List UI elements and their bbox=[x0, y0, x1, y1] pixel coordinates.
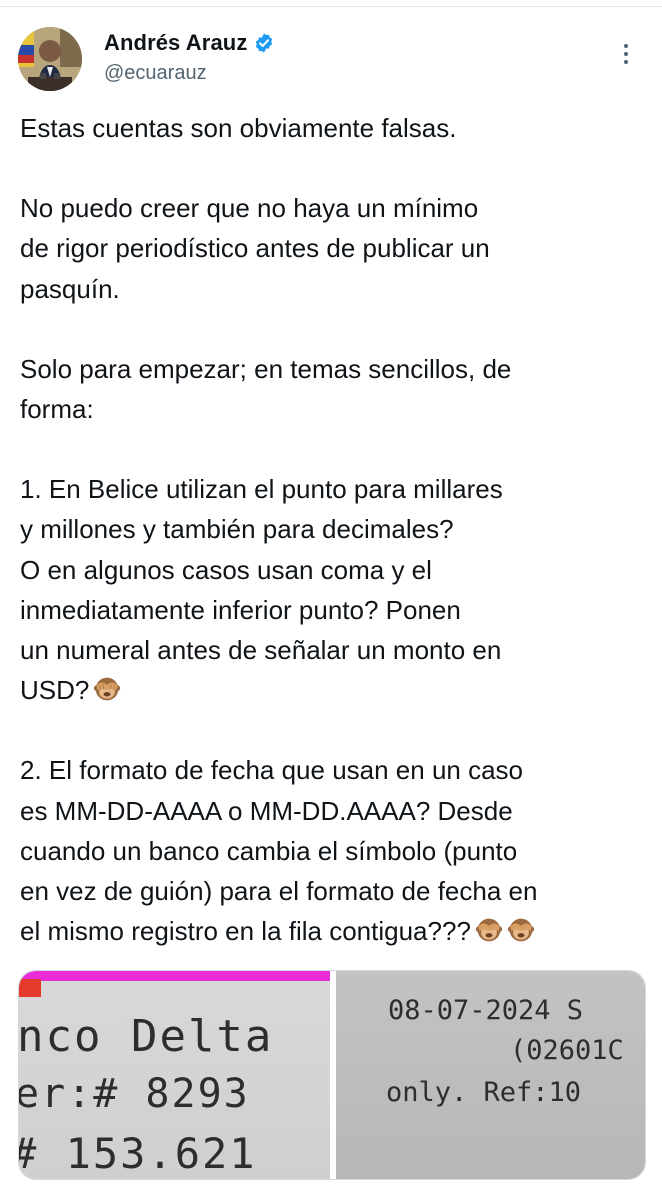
author-names: Andrés Arauz @ecuarauz bbox=[104, 30, 275, 85]
tweet-text: Estas cuentas son obviamente falsas. No … bbox=[20, 108, 646, 951]
tweet-paragraph-4-text: 1. En Belice utilizan el punto para mill… bbox=[20, 474, 503, 706]
display-name[interactable]: Andrés Arauz bbox=[104, 30, 247, 56]
see-no-evil-monkey-icon bbox=[475, 918, 503, 942]
tweet-paragraph-3: Solo para empezar; en temas sencillos, d… bbox=[20, 353, 512, 425]
handle[interactable]: @ecuarauz bbox=[104, 62, 275, 85]
avatar-image bbox=[18, 27, 82, 91]
receipt-text: nco Delta bbox=[19, 1011, 274, 1062]
tweet-paragraph-1: Estas cuentas son obviamente falsas. bbox=[20, 113, 457, 143]
tweet-media[interactable]: nco Delta er:# 8293 # 153.621 08-07-2024… bbox=[18, 970, 646, 1180]
top-divider bbox=[0, 6, 662, 7]
tweet-paragraph-4: 1. En Belice utilizan el punto para mill… bbox=[20, 469, 646, 710]
see-no-evil-monkey-icon bbox=[94, 677, 121, 701]
red-mark bbox=[19, 979, 41, 997]
magenta-strip bbox=[19, 971, 330, 981]
see-no-evil-monkey-icon bbox=[507, 918, 535, 942]
tweet-paragraph-5: 2. El formato de fecha que usan en un ca… bbox=[20, 750, 646, 951]
media-image-left[interactable]: nco Delta er:# 8293 # 153.621 bbox=[19, 971, 330, 1179]
tweet-paragraph-5-text: 2. El formato de fecha que usan en un ca… bbox=[20, 755, 538, 947]
receipt-text: er:# 8293 bbox=[19, 1071, 250, 1117]
media-image-right[interactable]: 08-07-2024 S (02601C only. Ref:10 bbox=[336, 971, 645, 1179]
tweet-header: Andrés Arauz @ecuarauz bbox=[18, 24, 644, 94]
name-row: Andrés Arauz bbox=[104, 30, 275, 56]
avatar[interactable] bbox=[18, 27, 82, 91]
receipt-text: 08-07-2024 S bbox=[388, 995, 584, 1026]
tweet-paragraph-2: No puedo creer que no haya un mínimo de … bbox=[20, 193, 490, 304]
receipt-text: (02601C bbox=[510, 1035, 624, 1066]
verified-badge-icon[interactable] bbox=[253, 32, 275, 54]
receipt-text: only. Ref:10 bbox=[386, 1077, 582, 1108]
more-options-icon[interactable] bbox=[616, 40, 636, 70]
receipt-text: # 153.621 bbox=[19, 1129, 257, 1178]
